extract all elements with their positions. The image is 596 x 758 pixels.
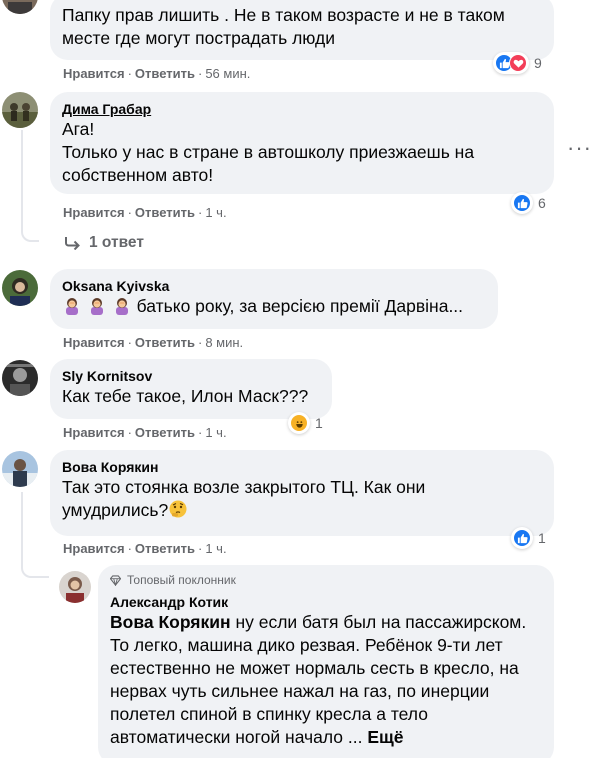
avatar[interactable] [2, 0, 38, 14]
top-fan-label: Топовый поклонник [127, 573, 236, 587]
comment-text: Вова Корякин ну если батя был на пассажи… [110, 611, 540, 749]
reply-button[interactable]: Ответить [135, 335, 195, 350]
like-button[interactable]: Нравится [63, 205, 125, 220]
reply-bubble: Топовый поклонник Александр Котик Вова К… [98, 565, 554, 758]
comment-text: Так это стоянка возле закрытого ТЦ. Как … [62, 476, 502, 525]
comment-text-body: батько року, за версією премії Дарвіна..… [136, 296, 464, 316]
comment-author[interactable]: Дима Грабар [62, 100, 542, 118]
reactions[interactable]: 1 [511, 527, 546, 549]
reactions[interactable]: 6 [511, 192, 546, 214]
mention-link[interactable]: Вова Корякин [110, 612, 231, 632]
comment-bubble: Sly Kornitsov Как тебе такое, Илон Маск?… [50, 359, 332, 419]
reaction-count: 1 [538, 530, 546, 546]
woman-facepalming-emoji [62, 295, 82, 321]
like-button[interactable]: Нравится [63, 335, 125, 350]
comment-text: Как тебе такое, Илон Маск??? [62, 386, 309, 406]
timestamp[interactable]: 1 ч. [205, 425, 226, 440]
comment-bubble: Папку прав лишить . Не в таком возрасте … [50, 0, 554, 60]
reply-button[interactable]: Ответить [135, 425, 195, 440]
timestamp[interactable]: 56 мин. [205, 66, 250, 81]
timestamp[interactable]: 1 ч. [205, 205, 226, 220]
thread-connector [21, 540, 49, 578]
avatar[interactable] [2, 360, 38, 396]
reactions[interactable]: 9 [493, 52, 542, 74]
comment-author[interactable]: Вова Корякин [62, 458, 542, 476]
avatar[interactable] [59, 571, 91, 603]
reaction-count: 1 [315, 415, 323, 431]
comment-text-body: ну если батя был на пассажирском. То лег… [110, 612, 527, 747]
timestamp[interactable]: 8 мин. [205, 335, 243, 350]
comment-actions: Нравится · Ответить · 1 ч. [63, 205, 227, 220]
like-button[interactable]: Нравится [63, 425, 125, 440]
comment-actions: Нравится · Ответить · 56 мин. [63, 66, 251, 81]
comment-author[interactable]: Александр Котик [110, 593, 542, 611]
more-options-icon[interactable]: ··· [567, 137, 592, 159]
comment-author[interactable]: Oksana Kyivska [62, 277, 486, 295]
diamond-icon [110, 574, 121, 586]
avatar[interactable] [2, 92, 38, 128]
avatar[interactable] [2, 270, 38, 306]
haha-icon [290, 414, 308, 432]
like-icon [513, 529, 531, 547]
thinking-face-emoji [168, 499, 188, 525]
avatar[interactable] [2, 451, 38, 487]
comment-text-body: Так это стоянка возле закрытого ТЦ. Как … [62, 477, 426, 520]
comment-bubble: Дима Грабар Ага! Только у нас в стране в… [50, 92, 554, 194]
replies-count: 1 ответ [89, 234, 144, 251]
comment-text: Папку прав лишить . Не в таком возрасте … [62, 5, 505, 48]
woman-facepalming-emoji [112, 295, 132, 321]
reply-button[interactable]: Ответить [135, 66, 195, 81]
view-replies-link[interactable]: 1 ответ [64, 234, 144, 252]
reply-button[interactable]: Ответить [135, 205, 195, 220]
see-more-link[interactable]: Ещё [367, 727, 403, 747]
comment-author[interactable]: Sly Kornitsov [62, 367, 320, 385]
like-icon [513, 194, 531, 212]
timestamp[interactable]: 1 ч. [205, 541, 226, 556]
reactions[interactable]: 1 [288, 412, 323, 434]
comment-text: батько року, за версією премії Дарвіна..… [62, 295, 486, 321]
comment-text: Ага! Только у нас в стране в автошколу п… [62, 119, 475, 185]
woman-facepalming-emoji [87, 295, 107, 321]
like-button[interactable]: Нравится [63, 541, 125, 556]
love-icon [509, 54, 527, 72]
comment-actions: Нравится · Ответить · 8 мин. [63, 335, 244, 350]
reaction-count: 6 [538, 195, 546, 211]
reply-arrow-icon [65, 237, 80, 250]
comment-bubble: Oksana Kyivska батько року, за версією п… [50, 269, 498, 329]
thread-line [21, 130, 23, 232]
thread-line [21, 492, 23, 547]
top-fan-badge: Топовый поклонник [110, 572, 542, 588]
comment-actions: Нравится · Ответить · 1 ч. [63, 541, 227, 556]
comment-bubble: Вова Корякин Так это стоянка возле закры… [50, 450, 554, 536]
reaction-count: 9 [534, 55, 542, 71]
comment-actions: Нравится · Ответить · 1 ч. [63, 425, 227, 440]
reply-button[interactable]: Ответить [135, 541, 195, 556]
like-button[interactable]: Нравится [63, 66, 125, 81]
thread-connector [21, 225, 39, 242]
